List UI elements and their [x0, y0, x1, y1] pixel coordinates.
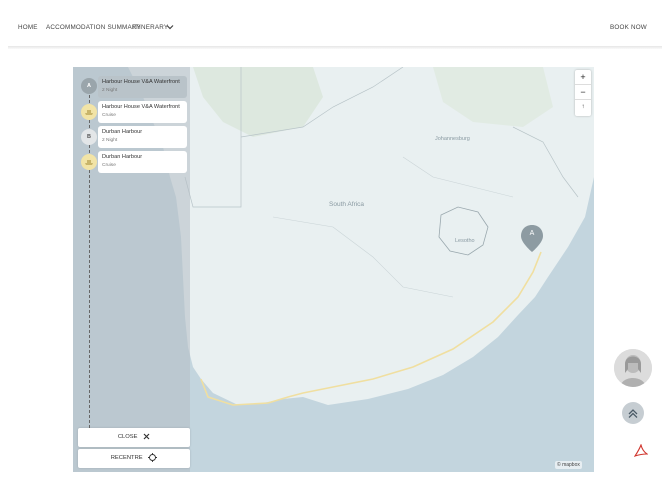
nav-home[interactable]: HOME — [18, 24, 38, 31]
map-attribution[interactable]: © mapbox — [555, 461, 582, 469]
ship-icon — [81, 154, 97, 170]
person-icon — [614, 349, 652, 387]
map-pin-icon — [521, 225, 543, 252]
recentre-icon — [148, 452, 158, 462]
stop-title: Durban Harbour — [102, 154, 143, 160]
stop-badge-b: B — [81, 129, 97, 145]
zoom-in-button[interactable]: + — [575, 70, 591, 85]
close-button[interactable]: CLOSE — [78, 428, 190, 447]
nav-book-now[interactable]: BOOK NOW — [610, 24, 647, 31]
stop-subtitle: 2 Night — [102, 138, 118, 143]
itinerary-stop[interactable]: Harbour House V&A Waterfront 2 Night — [98, 76, 187, 98]
stop-subtitle: Cruise — [102, 163, 116, 168]
pdf-icon[interactable] — [634, 444, 648, 458]
zoom-out-button[interactable]: − — [575, 85, 591, 100]
header-divider — [8, 46, 662, 49]
itinerary-stop[interactable]: Durban Harbour Cruise — [98, 151, 187, 173]
stop-subtitle: 2 Night — [102, 88, 118, 93]
ship-icon — [81, 104, 97, 120]
country-label: South Africa — [329, 201, 365, 208]
nav-accommodation-summary[interactable]: ACCOMMODATION SUMMARY — [46, 24, 141, 31]
stop-title: Harbour House V&A Waterfront — [102, 104, 180, 110]
city-label-johannesburg: Johannesburg — [435, 136, 470, 142]
recentre-button[interactable]: RECENTRE — [78, 449, 190, 468]
close-icon — [143, 433, 150, 440]
scroll-top-button[interactable] — [622, 402, 644, 424]
top-navigation: HOME ACCOMMODATION SUMMARY ITINERARY BOO… — [0, 0, 670, 49]
stop-subtitle: Cruise — [102, 113, 116, 118]
itinerary-stop[interactable]: Harbour House V&A Waterfront Cruise — [98, 101, 187, 123]
consultant-avatar[interactable] — [614, 349, 652, 387]
stop-title: Harbour House V&A Waterfront — [102, 79, 180, 85]
recentre-label: RECENTRE — [110, 455, 143, 461]
close-label: CLOSE — [117, 434, 138, 440]
marker-label: A — [529, 230, 535, 237]
city-label-lesotho: Lesotho — [455, 238, 475, 244]
itinerary-stop[interactable]: Durban Harbour 2 Night — [98, 126, 187, 148]
compass-button[interactable]: ↑ — [575, 100, 591, 115]
chevron-down-icon[interactable] — [165, 22, 175, 32]
map-zoom-control: + − ↑ — [575, 70, 591, 116]
map-marker-a[interactable]: A — [519, 224, 545, 254]
stop-badge-a: A — [81, 78, 97, 94]
stop-title: Durban Harbour — [102, 129, 143, 135]
double-chevron-up-icon — [628, 409, 638, 418]
nav-itinerary[interactable]: ITINERARY — [133, 24, 168, 31]
